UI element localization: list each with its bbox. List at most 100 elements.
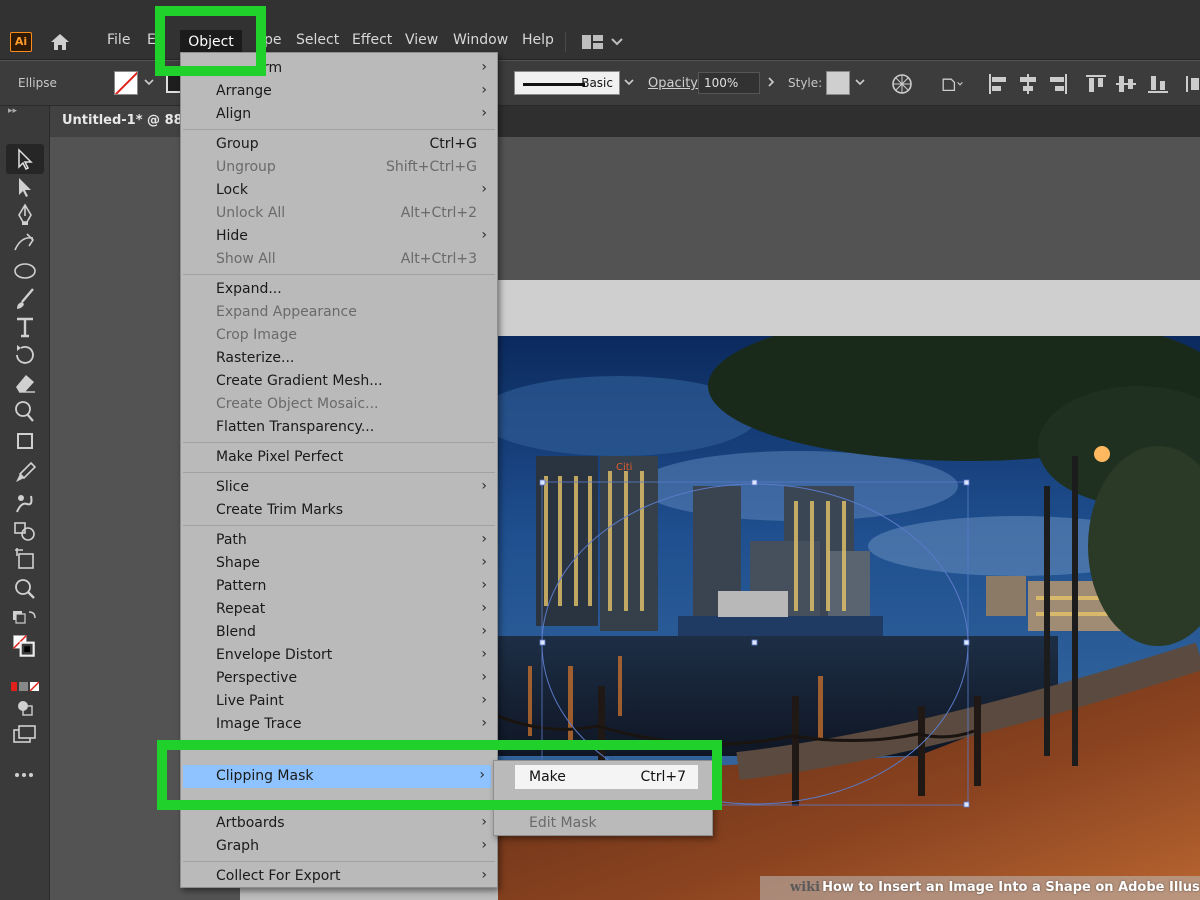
menu-pattern[interactable]: Pattern ›: [181, 575, 497, 598]
chevron-right-icon: ›: [481, 867, 487, 883]
chevron-down-icon[interactable]: [622, 75, 636, 89]
align-top-icon[interactable]: [1084, 72, 1108, 96]
chevron-right-icon: ›: [481, 646, 487, 662]
graphic-style-swatch[interactable]: [826, 71, 850, 95]
menu-separator: [183, 525, 495, 526]
selection-tool-icon[interactable]: [11, 146, 39, 172]
menu-show-all[interactable]: Show All Alt+Ctrl+3: [181, 248, 497, 271]
document-tab[interactable]: Untitled-1* @ 88.8: [50, 106, 185, 137]
menu-divider: [565, 32, 566, 52]
highlight-frame-clipping-mask: [157, 740, 722, 810]
workspace-switcher-icon[interactable]: [582, 34, 624, 50]
menu-collect-for-export[interactable]: Collect For Export ›: [181, 865, 497, 888]
svg-text:Citi: Citi: [616, 462, 632, 473]
zoom-tool-icon[interactable]: [11, 576, 39, 602]
menu-align[interactable]: Align ›: [181, 103, 497, 126]
menu-expand[interactable]: Expand...: [181, 278, 497, 301]
artboard-tool-icon[interactable]: [11, 546, 39, 572]
menu-lock[interactable]: Lock ›: [181, 179, 497, 202]
eraser-tool-icon[interactable]: [11, 370, 39, 396]
menu-unlock-all[interactable]: Unlock All Alt+Ctrl+2: [181, 202, 497, 225]
menu-slice[interactable]: Slice ›: [181, 476, 497, 499]
menu-effect[interactable]: Effect: [352, 32, 392, 48]
ellipse-tool-icon[interactable]: [11, 258, 39, 284]
color-mode-icons[interactable]: [8, 674, 40, 692]
stroke-profile-select[interactable]: Basic: [514, 71, 620, 95]
menu-group[interactable]: Group Ctrl+G: [181, 133, 497, 156]
current-tool-label: Ellipse: [18, 76, 57, 90]
menu-hide[interactable]: Hide ›: [181, 225, 497, 248]
chevron-right-icon: ›: [481, 82, 487, 98]
warp-tool-icon[interactable]: [11, 398, 39, 424]
menu-arrange[interactable]: Arrange ›: [181, 80, 497, 103]
menu-artboards[interactable]: Artboards ›: [181, 812, 497, 835]
draw-mode-icon[interactable]: [11, 694, 39, 720]
submenu-edit-mask[interactable]: Edit Mask: [529, 815, 597, 831]
menu-file[interactable]: File: [107, 32, 130, 48]
distribute-icon[interactable]: [1184, 72, 1200, 96]
chevron-right-icon: ›: [481, 59, 487, 75]
chevron-right-icon: ›: [481, 105, 487, 121]
opacity-input[interactable]: 100%: [698, 72, 760, 94]
transform-icon[interactable]: [940, 72, 964, 96]
paintbrush-tool-icon[interactable]: [11, 286, 39, 312]
opacity-label[interactable]: Opacity:: [648, 76, 701, 91]
collapse-panel-icon[interactable]: ▸▸: [8, 106, 17, 116]
menu-perspective[interactable]: Perspective ›: [181, 667, 497, 690]
chevron-right-icon: ›: [481, 600, 487, 616]
chevron-down-icon[interactable]: [142, 75, 156, 89]
puppet-warp-tool-icon[interactable]: [11, 490, 39, 516]
menu-separator: [183, 472, 495, 473]
menu-create-trim-marks[interactable]: Create Trim Marks: [181, 499, 497, 522]
menu-make-pixel-perfect[interactable]: Make Pixel Perfect: [181, 446, 497, 469]
fill-color-swatch[interactable]: [114, 71, 138, 95]
home-icon[interactable]: [48, 30, 72, 54]
menu-repeat[interactable]: Repeat ›: [181, 598, 497, 621]
align-left-icon[interactable]: [986, 72, 1010, 96]
menu-select[interactable]: Select: [296, 32, 339, 48]
align-vertical-center-icon[interactable]: [1114, 72, 1138, 96]
more-tools-icon[interactable]: [11, 762, 39, 788]
fill-stroke-swatches-icon[interactable]: [11, 634, 39, 670]
menu-envelope-distort[interactable]: Envelope Distort ›: [181, 644, 497, 667]
chevron-right-icon: ›: [481, 814, 487, 830]
menu-path[interactable]: Path ›: [181, 529, 497, 552]
chevron-down-icon[interactable]: [853, 75, 867, 89]
illustrator-logo-icon: Ai: [10, 32, 32, 52]
type-tool-icon[interactable]: [11, 314, 39, 340]
menu-type[interactable]: pe: [264, 32, 282, 48]
menu-create-gradient-mesh[interactable]: Create Gradient Mesh...: [181, 370, 497, 393]
menu-rasterize[interactable]: Rasterize...: [181, 347, 497, 370]
align-horizontal-center-icon[interactable]: [1016, 72, 1040, 96]
highlight-frame-object-menu: [155, 6, 266, 76]
chevron-right-icon[interactable]: [764, 75, 778, 89]
shape-builder-tool-icon[interactable]: [11, 518, 39, 544]
menu-image-trace[interactable]: Image Trace ›: [181, 713, 497, 736]
menu-live-paint[interactable]: Live Paint ›: [181, 690, 497, 713]
swap-fill-stroke-icon[interactable]: [11, 606, 39, 632]
eyedropper-tool-icon[interactable]: [11, 460, 39, 486]
direct-selection-tool-icon[interactable]: [11, 174, 39, 200]
menu-help[interactable]: Help: [522, 32, 554, 48]
align-right-icon[interactable]: [1046, 72, 1070, 96]
pen-tool-icon[interactable]: [11, 202, 39, 228]
menu-graph[interactable]: Graph ›: [181, 835, 497, 858]
rectangle-tool-icon[interactable]: [11, 428, 39, 454]
tools-panel: ▸▸: [0, 106, 50, 900]
rotate-tool-icon[interactable]: [11, 342, 39, 368]
align-bottom-icon[interactable]: [1146, 72, 1170, 96]
menu-create-object-mosaic[interactable]: Create Object Mosaic...: [181, 393, 497, 416]
screen-mode-icon[interactable]: [11, 722, 39, 748]
menu-shape[interactable]: Shape ›: [181, 552, 497, 575]
menu-flatten-transparency[interactable]: Flatten Transparency...: [181, 416, 497, 439]
recolor-artwork-icon[interactable]: [890, 72, 914, 96]
menu-window[interactable]: Window: [453, 32, 508, 48]
menu-view[interactable]: View: [405, 32, 438, 48]
wikihow-watermark: wiki How to Insert an Image Into a Shape …: [760, 876, 1200, 900]
curvature-tool-icon[interactable]: [11, 230, 39, 256]
menu-crop-image[interactable]: Crop Image: [181, 324, 497, 347]
chevron-right-icon: ›: [481, 837, 487, 853]
menu-expand-appearance[interactable]: Expand Appearance: [181, 301, 497, 324]
menu-ungroup[interactable]: Ungroup Shift+Ctrl+G: [181, 156, 497, 179]
menu-blend[interactable]: Blend ›: [181, 621, 497, 644]
